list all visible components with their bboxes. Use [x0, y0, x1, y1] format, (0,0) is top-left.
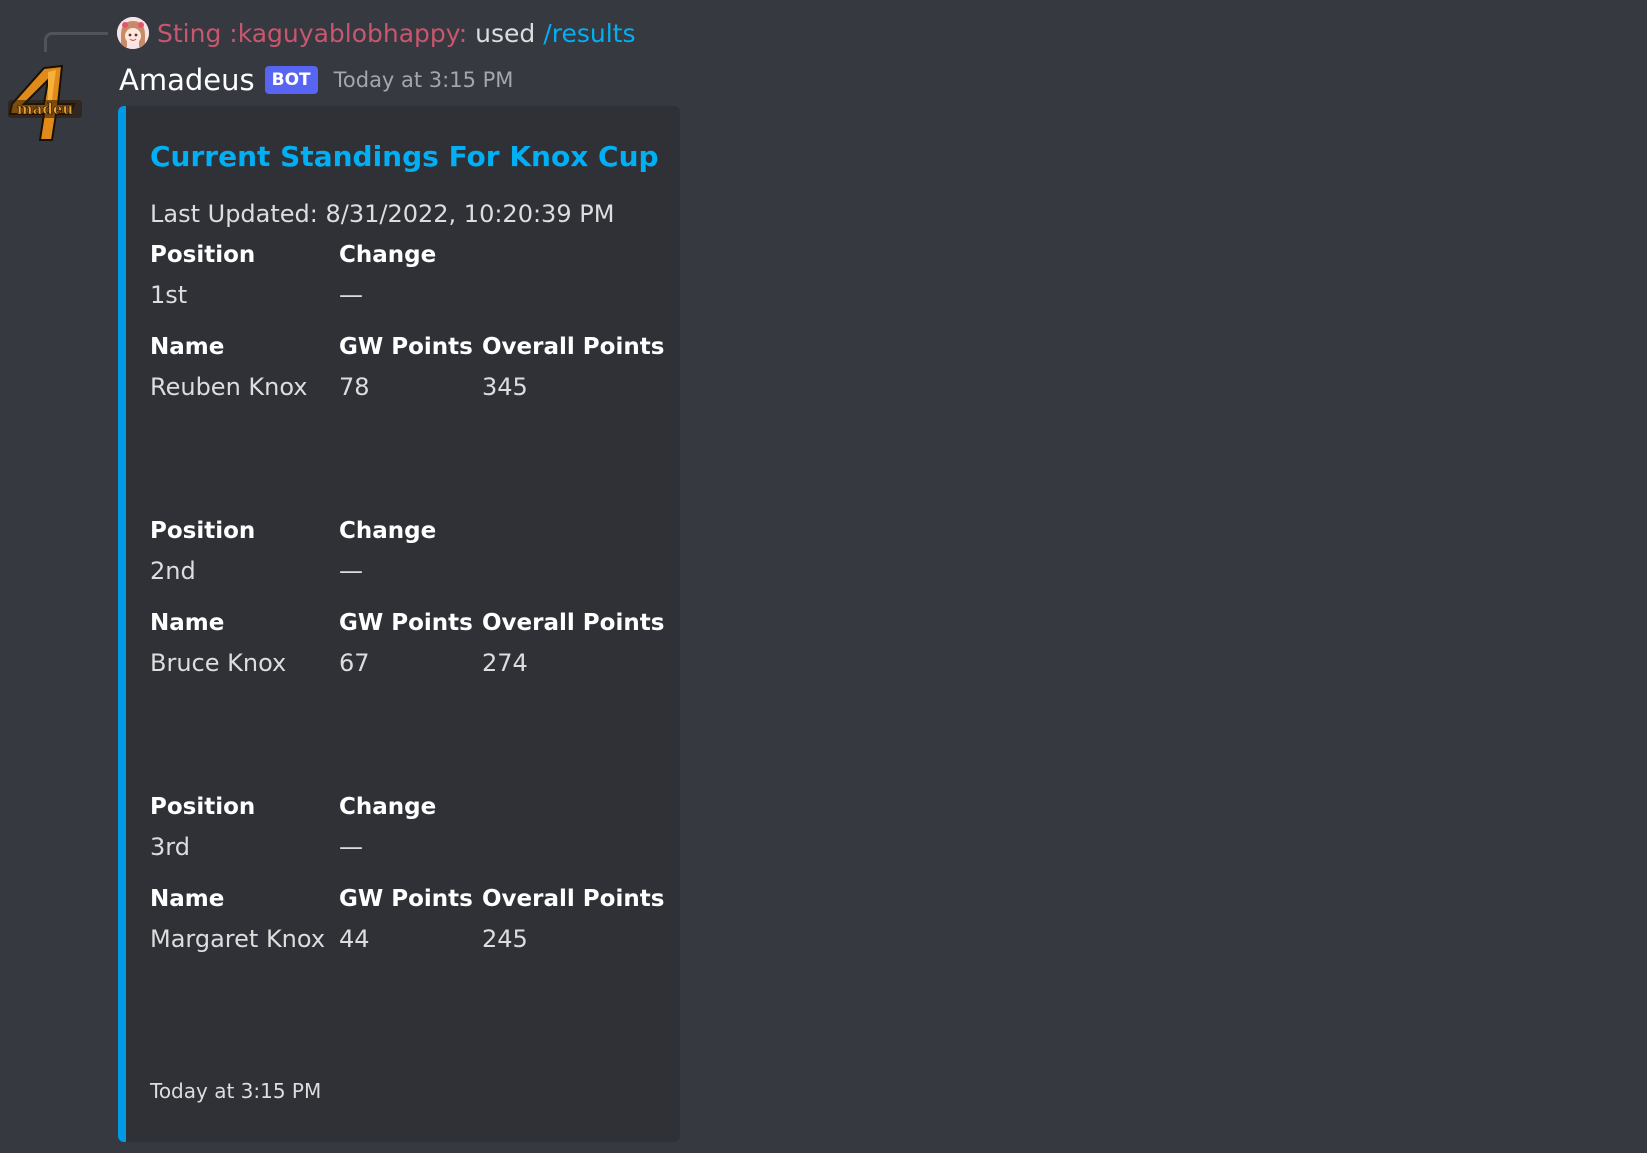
change-field: Change —	[339, 240, 436, 310]
position-value: 2nd	[150, 557, 196, 585]
slash-command-link[interactable]: /results	[543, 19, 635, 48]
overall-points-field: Overall Points 245	[482, 884, 664, 954]
name-label: Name	[150, 610, 225, 636]
overall-points-label: Overall Points	[482, 334, 665, 360]
gw-points-value: 78	[339, 373, 370, 401]
svg-text:madeu: madeu	[17, 100, 74, 118]
message-header: Amadeus BOT Today at 3:15 PM	[119, 60, 513, 100]
position-label: Position	[150, 518, 256, 544]
overall-points-field: Overall Points 345	[482, 332, 664, 402]
name-label: Name	[150, 886, 225, 912]
gw-points-field: GW Points 78	[339, 332, 473, 402]
name-field: Name Margaret Knox	[150, 884, 325, 954]
position-value: 3rd	[150, 833, 190, 861]
name-field: Name Bruce Knox	[150, 608, 286, 678]
name-value: Margaret Knox	[150, 925, 326, 953]
overall-points-label: Overall Points	[482, 610, 665, 636]
standing-entry: Position 1st Change — Name Reuben Knox G…	[150, 240, 670, 420]
standing-entry: Position 2nd Change — Name Bruce Knox GW…	[150, 516, 670, 696]
embed-footer-timestamp: Today at 3:15 PM	[150, 1079, 322, 1103]
standing-entry: Position 3rd Change — Name Margaret Knox…	[150, 792, 670, 972]
gw-points-field: GW Points 44	[339, 884, 473, 954]
change-label: Change	[339, 242, 437, 268]
gw-points-field: GW Points 67	[339, 608, 473, 678]
gw-points-label: GW Points	[339, 334, 473, 360]
gw-points-label: GW Points	[339, 610, 473, 636]
position-label: Position	[150, 242, 256, 268]
overall-points-field: Overall Points 274	[482, 608, 664, 678]
reply-used-text: used	[475, 18, 536, 48]
change-label: Change	[339, 518, 437, 544]
gw-points-value: 44	[339, 925, 370, 953]
name-value: Bruce Knox	[150, 649, 287, 677]
command-reply-header[interactable]: Sting :kaguyablobhappy: used /results	[117, 16, 635, 50]
position-value: 1st	[150, 281, 188, 309]
amadeus-logo-icon[interactable]: madeu	[4, 64, 88, 142]
overall-points-value: 345	[482, 373, 528, 401]
reply-connector-line	[44, 32, 108, 52]
change-field: Change —	[339, 516, 436, 586]
change-value: —	[339, 557, 363, 585]
anime-girl-avatar-icon[interactable]	[117, 17, 149, 49]
position-label: Position	[150, 794, 256, 820]
change-label: Change	[339, 794, 437, 820]
name-field: Name Reuben Knox	[150, 332, 308, 402]
gw-points-label: GW Points	[339, 886, 473, 912]
overall-points-label: Overall Points	[482, 886, 665, 912]
bot-badge: BOT	[264, 66, 318, 94]
message-timestamp[interactable]: Today at 3:15 PM	[334, 68, 514, 92]
bot-username[interactable]: Amadeus	[119, 63, 255, 97]
overall-points-value: 245	[482, 925, 528, 953]
change-value: —	[339, 281, 363, 309]
embed-title[interactable]: Current Standings For Knox Cup	[150, 140, 659, 173]
overall-points-value: 274	[482, 649, 528, 677]
standings-embed: Current Standings For Knox Cup Last Upda…	[118, 106, 680, 1142]
position-field: Position 1st	[150, 240, 255, 310]
bot-message: Sting :kaguyablobhappy: used /results ma…	[0, 0, 1647, 1153]
reply-username[interactable]: Sting :kaguyablobhappy:	[157, 19, 467, 48]
gw-points-value: 67	[339, 649, 370, 677]
position-field: Position 2nd	[150, 516, 255, 586]
name-label: Name	[150, 334, 225, 360]
embed-description: Last Updated: 8/31/2022, 10:20:39 PM	[150, 200, 615, 228]
change-value: —	[339, 833, 363, 861]
change-field: Change —	[339, 792, 436, 862]
position-field: Position 3rd	[150, 792, 255, 862]
name-value: Reuben Knox	[150, 373, 308, 401]
